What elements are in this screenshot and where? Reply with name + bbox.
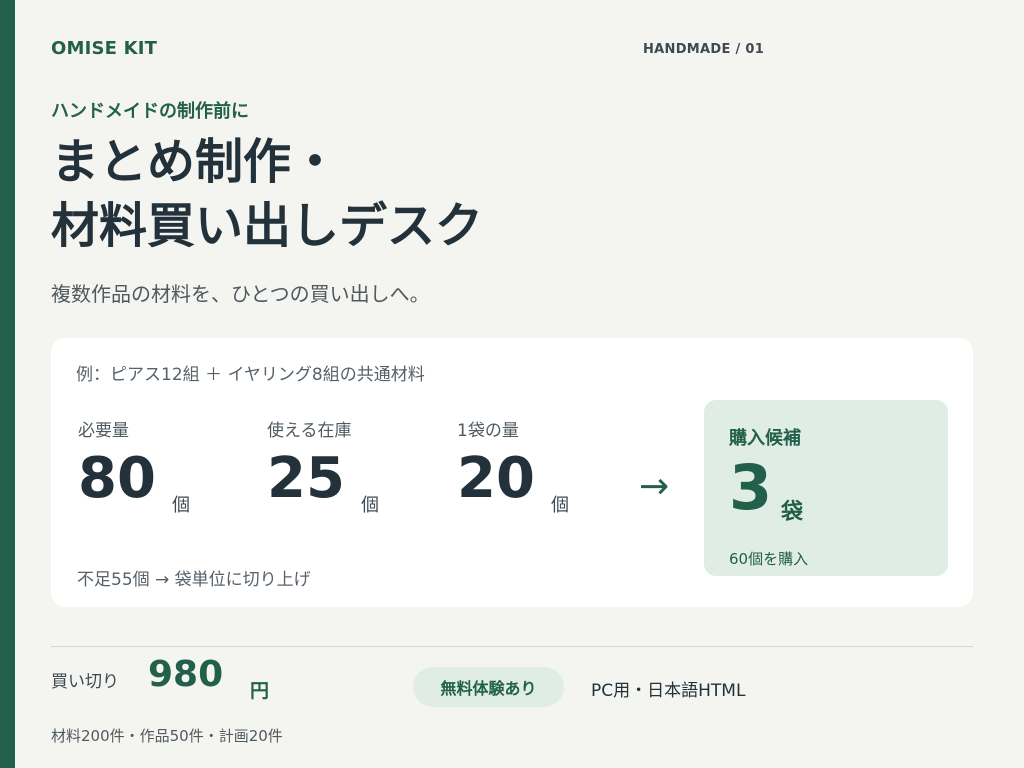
shortage-note: 不足55個 → 袋単位に切り上げ (77, 570, 311, 590)
metric-unit: 個 (172, 495, 190, 516)
accent-bar (0, 0, 15, 768)
metric-value: 25 (267, 446, 345, 511)
metric-per-bag: 1袋の量 20 個 (457, 416, 637, 517)
example-card: 例：ピアス12組 ＋ イヤリング8組の共通材料 必要量 80 個 使える在庫 2… (51, 338, 973, 607)
metric-label: 必要量 (78, 421, 129, 441)
divider (51, 646, 973, 647)
free-trial-badge: 無料体験あり (413, 667, 564, 707)
page-title-line-1: まとめ制作・ (51, 134, 340, 190)
example-caption: 例：ピアス12組 ＋ イヤリング8組の共通材料 (76, 365, 425, 385)
metric-value: 80 (78, 446, 156, 511)
series-label: HANDMADE / 01 (643, 42, 765, 57)
metric-required: 必要量 80 個 (78, 416, 258, 517)
price-unit: 円 (250, 680, 270, 702)
platform-info: PC用・日本語HTML (591, 681, 746, 701)
arrow-right-icon: → (639, 466, 670, 507)
metric-value: 20 (457, 446, 535, 511)
metric-stock: 使える在庫 25 個 (267, 416, 447, 517)
metric-label: 1袋の量 (457, 421, 519, 441)
brand-logo: OMISE KIT (51, 38, 158, 59)
price-label: 買い切り (51, 672, 119, 692)
result-unit: 袋 (781, 500, 804, 525)
purchase-result-panel: 購入候補 3 袋 60個を購入 (704, 400, 948, 576)
result-label: 購入候補 (729, 428, 801, 449)
result-note: 60個を購入 (729, 550, 809, 568)
page-subtitle: 複数作品の材料を、ひとつの買い出しへ。 (51, 282, 430, 306)
page-title: まとめ制作・ 材料買い出しデスク (51, 130, 483, 258)
usage-limits: 材料200件・作品50件・計画20件 (51, 727, 283, 745)
result-value: 3 (729, 451, 773, 524)
metric-unit: 個 (361, 495, 379, 516)
price-value: 980 (148, 654, 224, 695)
metric-unit: 個 (551, 495, 569, 516)
metric-label: 使える在庫 (267, 421, 352, 441)
hero-eyebrow: ハンドメイドの制作前に (51, 101, 249, 122)
page-title-line-2: 材料買い出しデスク (51, 198, 484, 254)
